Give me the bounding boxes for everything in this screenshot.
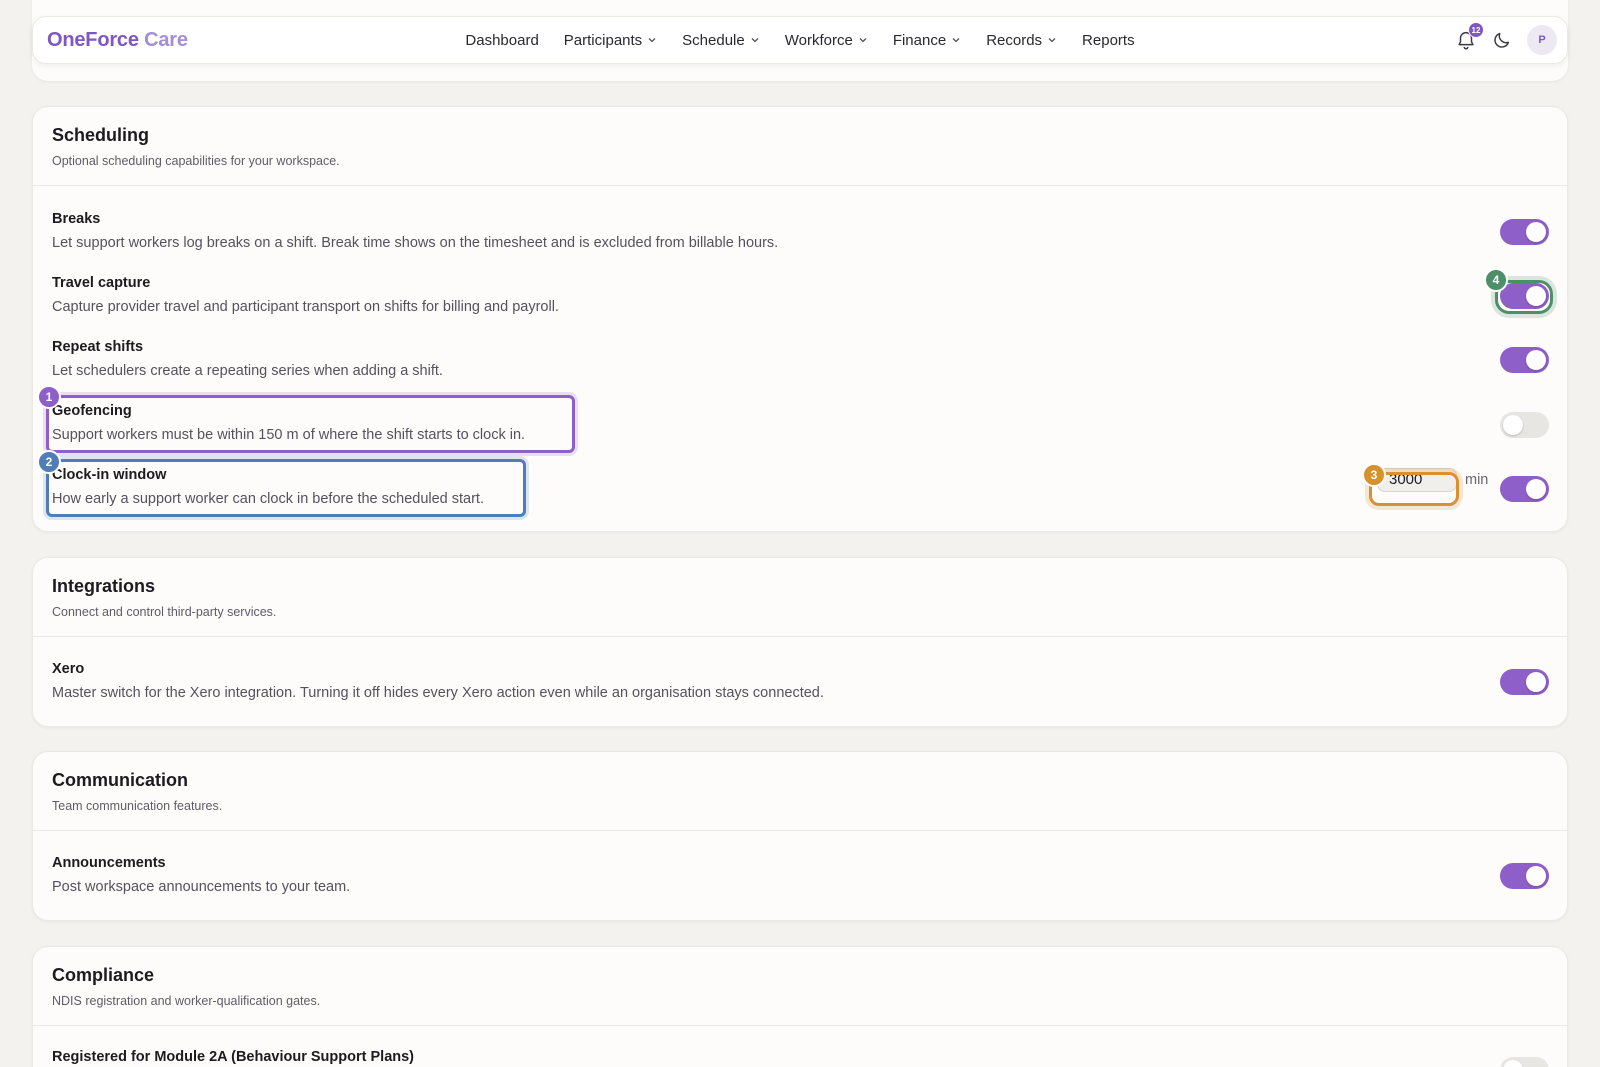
chevron-down-icon bbox=[751, 38, 759, 43]
nav-actions: 12 P bbox=[1455, 22, 1557, 56]
setting-row-announcements: Announcements Post workspace announcemen… bbox=[52, 855, 350, 895]
section-integrations: Integrations Connect and control third-p… bbox=[32, 557, 1568, 727]
user-avatar[interactable]: P bbox=[1527, 25, 1557, 55]
setting-row-xero: Xero Master switch for the Xero integrat… bbox=[52, 661, 824, 701]
marker-3: 3 bbox=[1362, 463, 1386, 487]
notifications-button[interactable]: 12 bbox=[1455, 22, 1484, 51]
setting-description: Master switch for the Xero integration. … bbox=[52, 685, 824, 701]
setting-description: Post workspace announcements to your tea… bbox=[52, 879, 351, 895]
xero-toggle[interactable] bbox=[1500, 669, 1549, 695]
section-communication: Communication Team communication feature… bbox=[32, 751, 1568, 921]
section-subtitle: Connect and control third-party services… bbox=[52, 605, 277, 619]
setting-title: Announcements bbox=[52, 855, 166, 871]
section-header: Integrations Connect and control third-p… bbox=[33, 558, 1567, 637]
section-scheduling: Scheduling Optional scheduling capabilit… bbox=[32, 106, 1568, 532]
breaks-toggle[interactable] bbox=[1500, 219, 1549, 245]
nav-item-reports[interactable]: Reports bbox=[1082, 32, 1135, 49]
top-navbar: OneForce Care Dashboard Participants Sch… bbox=[32, 16, 1568, 64]
section-header: Compliance NDIS registration and worker-… bbox=[33, 947, 1567, 1026]
section-title: Scheduling bbox=[52, 125, 150, 145]
marker-1: 1 bbox=[37, 385, 61, 409]
module-2a-toggle[interactable] bbox=[1500, 1057, 1549, 1067]
toggle-knob bbox=[1503, 1060, 1523, 1067]
setting-description: Support workers must be within 150 m of … bbox=[52, 427, 526, 443]
chevron-down-icon bbox=[648, 38, 656, 43]
setting-row-travel-capture: Travel capture Capture provider travel a… bbox=[52, 275, 559, 315]
nav-item-records[interactable]: Records bbox=[986, 32, 1057, 49]
nav-item-participants[interactable]: Participants bbox=[564, 32, 657, 49]
toggle-knob bbox=[1526, 286, 1546, 306]
setting-title: Registered for Module 2A (Behaviour Supp… bbox=[52, 1049, 415, 1065]
toggle-knob bbox=[1526, 672, 1546, 692]
section-subtitle: Optional scheduling capabilities for you… bbox=[52, 154, 340, 168]
toggle-knob bbox=[1526, 350, 1546, 370]
toggle-knob bbox=[1526, 866, 1546, 886]
setting-row-geofencing: Geofencing Support workers must be withi… bbox=[52, 403, 525, 443]
section-title: Integrations bbox=[52, 576, 156, 596]
setting-row-repeat-shifts: Repeat shifts Let schedulers create a re… bbox=[52, 339, 443, 379]
nav-item-schedule[interactable]: Schedule bbox=[682, 32, 760, 49]
setting-title: Xero bbox=[52, 661, 85, 677]
setting-row-clock-in-window: Clock-in window How early a support work… bbox=[52, 467, 484, 507]
section-title: Compliance bbox=[52, 965, 155, 985]
toggle-knob bbox=[1526, 479, 1546, 499]
nav-item-finance[interactable]: Finance bbox=[893, 32, 961, 49]
theme-toggle-button[interactable] bbox=[1491, 29, 1513, 51]
section-subtitle: Team communication features. bbox=[52, 799, 223, 813]
clock-in-window-minutes-input[interactable]: 3000 bbox=[1377, 468, 1457, 492]
setting-description: Let schedulers create a repeating series… bbox=[52, 363, 443, 379]
chevron-down-icon bbox=[1048, 38, 1056, 43]
repeat-shifts-toggle[interactable] bbox=[1500, 347, 1549, 373]
marker-4: 4 bbox=[1484, 268, 1508, 292]
geofencing-toggle[interactable] bbox=[1500, 412, 1549, 438]
setting-description: How early a support worker can clock in … bbox=[52, 491, 484, 507]
setting-row-breaks: Breaks Let support workers log breaks on… bbox=[52, 211, 778, 251]
setting-title: Geofencing bbox=[52, 403, 132, 419]
section-subtitle: NDIS registration and worker-qualificati… bbox=[52, 994, 321, 1008]
section-compliance: Compliance NDIS registration and worker-… bbox=[32, 946, 1568, 1067]
setting-row-module-2a: Registered for Module 2A (Behaviour Supp… bbox=[52, 1049, 414, 1065]
marker-2: 2 bbox=[37, 450, 61, 474]
setting-title: Travel capture bbox=[52, 275, 151, 291]
nav-menu: Dashboard Participants Schedule Workforc… bbox=[33, 17, 1567, 63]
travel-capture-toggle[interactable] bbox=[1500, 283, 1549, 309]
nav-item-dashboard[interactable]: Dashboard bbox=[465, 32, 538, 49]
clock-in-window-toggle[interactable] bbox=[1500, 476, 1549, 502]
nav-item-workforce[interactable]: Workforce bbox=[785, 32, 868, 49]
announcements-toggle[interactable] bbox=[1500, 863, 1549, 889]
toggle-knob bbox=[1503, 415, 1523, 435]
section-title: Communication bbox=[52, 770, 189, 790]
setting-title: Repeat shifts bbox=[52, 339, 144, 355]
toggle-knob bbox=[1526, 222, 1546, 242]
minutes-unit-label: min bbox=[1465, 472, 1489, 488]
setting-description: Capture provider travel and participant … bbox=[52, 299, 559, 315]
section-header: Scheduling Optional scheduling capabilit… bbox=[33, 107, 1567, 186]
setting-description: Let support workers log breaks on a shif… bbox=[52, 235, 779, 251]
setting-title: Breaks bbox=[52, 211, 101, 227]
moon-icon bbox=[1494, 32, 1510, 48]
chevron-down-icon bbox=[952, 38, 960, 43]
notification-count-badge: 12 bbox=[1468, 22, 1484, 38]
setting-title: Clock-in window bbox=[52, 467, 167, 483]
chevron-down-icon bbox=[859, 38, 867, 43]
section-header: Communication Team communication feature… bbox=[33, 752, 1567, 831]
